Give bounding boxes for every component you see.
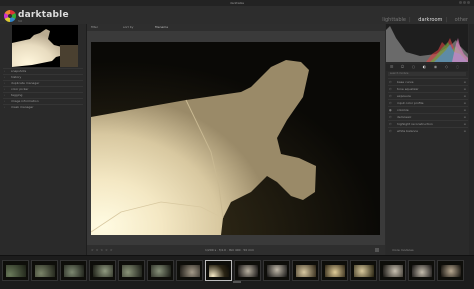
- filmstrip-thumb[interactable]: [350, 260, 377, 281]
- module-label: demosaic: [397, 115, 412, 119]
- app-version: 3.0: [18, 20, 22, 23]
- view-darkroom[interactable]: darkroom: [418, 17, 442, 23]
- view-other[interactable]: other: [455, 17, 468, 23]
- module-label: image information: [11, 99, 39, 103]
- module-snapshots[interactable]: › snapshots: [3, 68, 83, 73]
- presets-icon[interactable]: ≡: [463, 128, 466, 134]
- module-label: base curve: [397, 80, 414, 84]
- filmstrip-thumb[interactable]: [2, 260, 29, 281]
- filmstrip-thumb-selected[interactable]: [205, 260, 232, 281]
- close-icon[interactable]: [467, 1, 470, 4]
- view-separator: |: [408, 17, 411, 23]
- module-label: highlight reconstruction: [397, 122, 433, 126]
- right-panel: ☰ ⏻ ○ ◐ ◉ ◇ ◌ search module ⏻ base curve ≡ ⏻ tone…: [386, 24, 474, 255]
- filmstrip-thumb[interactable]: [321, 260, 348, 281]
- maximize-icon[interactable]: [463, 1, 466, 4]
- module-exposure[interactable]: ⏻ exposure ≡: [388, 92, 468, 98]
- view-switcher: lighttable | darkroom | other: [376, 17, 468, 23]
- module-label: input color profile: [397, 101, 424, 105]
- more-modules-button[interactable]: more modules: [386, 245, 474, 255]
- module-label: white balance: [397, 129, 418, 133]
- filmstrip-thumb[interactable]: [263, 260, 290, 281]
- active-modules-icon[interactable]: ⏻: [399, 65, 406, 69]
- filmstrip-thumb[interactable]: [408, 260, 435, 281]
- view-lighttable[interactable]: lighttable: [382, 17, 406, 23]
- module-demosaic[interactable]: ⏻ demosaic ≡: [388, 113, 468, 119]
- module-tagging[interactable]: › tagging: [3, 92, 83, 97]
- top-toolbar: filter sort by filename: [87, 24, 385, 31]
- filmstrip-thumb[interactable]: [437, 260, 464, 281]
- effect-group-icon[interactable]: ◌: [454, 65, 461, 69]
- window-title: darktable: [229, 1, 245, 5]
- module-highlight-reconstruction[interactable]: ⏻ highlight reconstruction ≡: [388, 120, 468, 126]
- filmstrip: [0, 255, 474, 289]
- image-exif-info: 1/200 s · f/4.0 · ISO 400 · 50 mm: [205, 248, 255, 252]
- star-icon[interactable]: ☆: [110, 248, 113, 252]
- filmstrip-resize-handle[interactable]: [233, 281, 241, 283]
- filmstrip-thumb[interactable]: [176, 260, 203, 281]
- module-history[interactable]: › history: [3, 74, 83, 79]
- right-border-toggle[interactable]: [469, 24, 474, 255]
- module-label: history: [11, 75, 22, 79]
- filmstrip-thumb[interactable]: [379, 260, 406, 281]
- filmstrip-thumb[interactable]: [89, 260, 116, 281]
- filter-label: filter: [91, 25, 98, 29]
- correct-group-icon[interactable]: ◇: [443, 65, 450, 69]
- sort-label: sort by: [123, 25, 134, 29]
- module-label: duplicate manager: [11, 81, 40, 85]
- module-base-curve[interactable]: ⏻ base curve ≡: [388, 78, 468, 84]
- filmstrip-thumb[interactable]: [31, 260, 58, 281]
- module-label: color picker: [11, 87, 29, 91]
- module-search-input[interactable]: search module: [388, 72, 466, 76]
- histogram[interactable]: [386, 24, 468, 62]
- basic-group-icon[interactable]: ○: [410, 65, 417, 69]
- center-view: filter sort by filename ☆ ☆ ☆ ☆ ☆ 1/200 …: [87, 24, 385, 255]
- module-tone-equalizer[interactable]: ⏻ tone equalizer ≡: [388, 85, 468, 91]
- darktable-logo-icon: [4, 10, 16, 22]
- module-label: snapshots: [11, 69, 27, 73]
- view-separator: |: [445, 17, 448, 23]
- module-duplicate-manager[interactable]: › duplicate manager: [3, 80, 83, 85]
- module-label: mask manager: [11, 105, 34, 109]
- filmstrip-thumb[interactable]: [118, 260, 145, 281]
- module-colorize[interactable]: ● colorize ≡: [388, 106, 468, 112]
- header-bar: lighttable | darkroom | other: [0, 6, 474, 24]
- power-icon[interactable]: ⏻: [389, 128, 391, 134]
- window-controls[interactable]: [458, 1, 472, 5]
- minimize-icon[interactable]: [459, 1, 462, 4]
- star-icon[interactable]: ☆: [91, 248, 94, 252]
- filmstrip-thumb[interactable]: [292, 260, 319, 281]
- module-label: tagging: [11, 93, 23, 97]
- star-icon[interactable]: ☆: [96, 248, 99, 252]
- module-input-color-profile[interactable]: ⏻ input color profile ≡: [388, 99, 468, 105]
- star-icon[interactable]: ☆: [105, 248, 108, 252]
- module-mask-manager[interactable]: › mask manager: [3, 104, 83, 109]
- module-color-picker[interactable]: › color picker: [3, 86, 83, 91]
- star-icon[interactable]: ☆: [100, 248, 103, 252]
- quick-access-icon[interactable]: ☰: [388, 65, 395, 69]
- module-group-tabs: ☰ ⏻ ○ ◐ ◉ ◇ ◌: [386, 64, 468, 71]
- expander-icon: ›: [4, 105, 6, 109]
- left-panel: › snapshots › history › duplicate manager ›…: [0, 24, 87, 255]
- filmstrip-thumb[interactable]: [147, 260, 174, 281]
- module-white-balance[interactable]: ⏻ white balance ≡: [388, 127, 468, 133]
- module-label: tone equalizer: [397, 87, 419, 91]
- rating-stars[interactable]: ☆ ☆ ☆ ☆ ☆: [91, 245, 115, 255]
- tone-group-icon[interactable]: ◐: [421, 65, 428, 69]
- bottom-toolbar: ☆ ☆ ☆ ☆ ☆ 1/200 s · f/4.0 · ISO 400 · 50 mm: [87, 245, 385, 255]
- module-label: colorize: [397, 108, 409, 112]
- navigation-preview[interactable]: [12, 25, 78, 67]
- filmstrip-thumb[interactable]: [234, 260, 261, 281]
- color-group-icon[interactable]: ◉: [432, 65, 439, 69]
- sort-dropdown[interactable]: filename: [155, 24, 168, 31]
- app-name: darktable: [18, 10, 69, 20]
- color-label-icon[interactable]: [375, 248, 379, 252]
- main-image[interactable]: [91, 42, 380, 235]
- module-image-information[interactable]: › image information: [3, 98, 83, 103]
- filmstrip-thumb[interactable]: [60, 260, 87, 281]
- module-label: exposure: [397, 94, 411, 98]
